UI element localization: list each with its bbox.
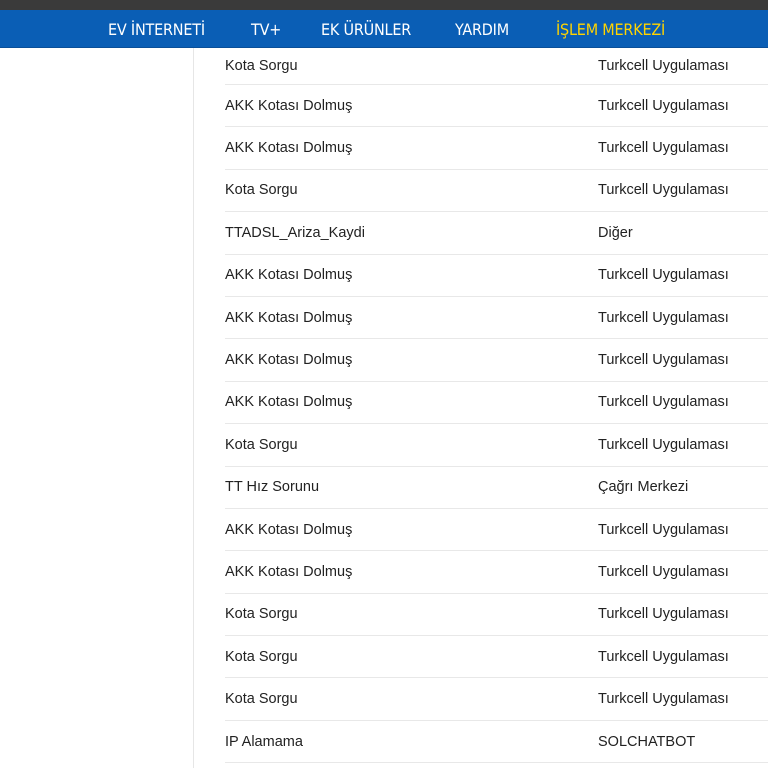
record-name: AKK Kotası Dolmuş xyxy=(225,394,353,411)
list-item[interactable]: AKK Kotası Dolmuş Turkcell Uygulaması xyxy=(225,339,768,382)
list-item[interactable]: AKK Kotası Dolmuş Turkcell Uygulaması xyxy=(225,382,768,425)
record-name: IP Alamama xyxy=(225,733,303,750)
list-item[interactable]: Kota Sorgu Turkcell Uygulaması xyxy=(225,636,768,679)
record-channel: Turkcell Uygulaması xyxy=(598,606,729,623)
list-item[interactable]: Kota Sorgu Turkcell Uygulaması xyxy=(225,48,768,85)
record-name: Kota Sorgu xyxy=(225,58,298,74)
record-name: AKK Kotası Dolmuş xyxy=(225,352,353,369)
record-channel: Turkcell Uygulaması xyxy=(598,58,729,74)
nav-islem-merkezi[interactable]: İŞLEM MERKEZİ xyxy=(556,10,665,48)
nav-ek-urunler[interactable]: EK ÜRÜNLER xyxy=(321,10,411,48)
nav-tv-plus[interactable]: TV+ xyxy=(251,10,281,48)
record-channel: Turkcell Uygulaması xyxy=(598,563,729,580)
record-channel: Turkcell Uygulaması xyxy=(598,97,729,114)
list-item[interactable]: AKK Kotası Dolmuş Turkcell Uygulaması xyxy=(225,551,768,594)
record-channel: SOLCHATBOT xyxy=(598,733,696,750)
record-name: Kota Sorgu xyxy=(225,691,298,708)
list-item[interactable]: Kota Sorgu Turkcell Uygulaması xyxy=(225,424,768,467)
record-name: AKK Kotası Dolmuş xyxy=(225,140,353,157)
nav-yardim[interactable]: YARDIM xyxy=(455,10,509,48)
list-item[interactable]: AKK Kotası Dolmuş Turkcell Uygulaması xyxy=(225,127,768,170)
record-channel: Diğer xyxy=(598,224,633,241)
record-name: TT Hız Sorunu xyxy=(225,479,320,496)
list-item[interactable]: AKK Kotası Dolmuş Turkcell Uygulaması xyxy=(225,509,768,552)
list-item[interactable]: AKK Kotası Dolmuş Turkcell Uygulaması xyxy=(225,297,768,340)
record-name: AKK Kotası Dolmuş xyxy=(225,563,353,580)
record-channel: Turkcell Uygulaması xyxy=(598,691,729,708)
record-name: AKK Kotası Dolmuş xyxy=(225,267,353,284)
list-item[interactable]: AKK Kotası Dolmuş Turkcell Uygulaması xyxy=(225,85,768,128)
record-name: Kota Sorgu xyxy=(225,606,298,623)
record-name: AKK Kotası Dolmuş xyxy=(225,309,353,326)
main-navigation: EV İNTERNETİ TV+ EK ÜRÜNLER YARDIM İŞLEM… xyxy=(0,10,768,48)
record-channel: Turkcell Uygulaması xyxy=(598,394,729,411)
list-item[interactable]: AKK Kotası Dolmuş Turkcell Uygulaması xyxy=(225,255,768,297)
record-name: AKK Kotası Dolmuş xyxy=(225,97,353,114)
record-channel: Turkcell Uygulaması xyxy=(598,140,729,157)
record-name: Kota Sorgu xyxy=(225,436,298,453)
record-channel: Turkcell Uygulaması xyxy=(598,352,729,369)
record-name: AKK Kotası Dolmuş xyxy=(225,521,353,538)
record-name: Kota Sorgu xyxy=(225,182,298,199)
record-channel: Turkcell Uygulaması xyxy=(598,648,729,665)
list-item[interactable]: TT Hız Sorunu Çağrı Merkezi xyxy=(225,467,768,509)
record-channel: Turkcell Uygulaması xyxy=(598,521,729,538)
browser-top-strip xyxy=(0,0,768,10)
list-item[interactable]: TTADSL_Ariza_Kaydi Diğer xyxy=(225,212,768,255)
list-item[interactable]: Kota Sorgu Turkcell Uygulaması xyxy=(225,678,768,721)
record-channel: Turkcell Uygulaması xyxy=(598,436,729,453)
record-name: TTADSL_Ariza_Kaydi xyxy=(225,224,365,241)
record-channel: Turkcell Uygulaması xyxy=(598,182,729,199)
list-item[interactable]: Kota Sorgu Turkcell Uygulaması xyxy=(225,594,768,637)
record-channel: Çağrı Merkezi xyxy=(598,479,689,496)
list-item[interactable]: Kota Sorgu Turkcell Uygulaması xyxy=(225,170,768,213)
record-channel: Turkcell Uygulaması xyxy=(598,309,729,326)
nav-ev-interneti[interactable]: EV İNTERNETİ xyxy=(108,10,205,48)
record-name: Kota Sorgu xyxy=(225,648,298,665)
record-channel: Turkcell Uygulaması xyxy=(598,267,729,284)
list-item[interactable]: IP Alamama SOLCHATBOT xyxy=(225,721,768,764)
records-list: Kota Sorgu Turkcell Uygulaması AKK Kotası … xyxy=(193,48,768,768)
